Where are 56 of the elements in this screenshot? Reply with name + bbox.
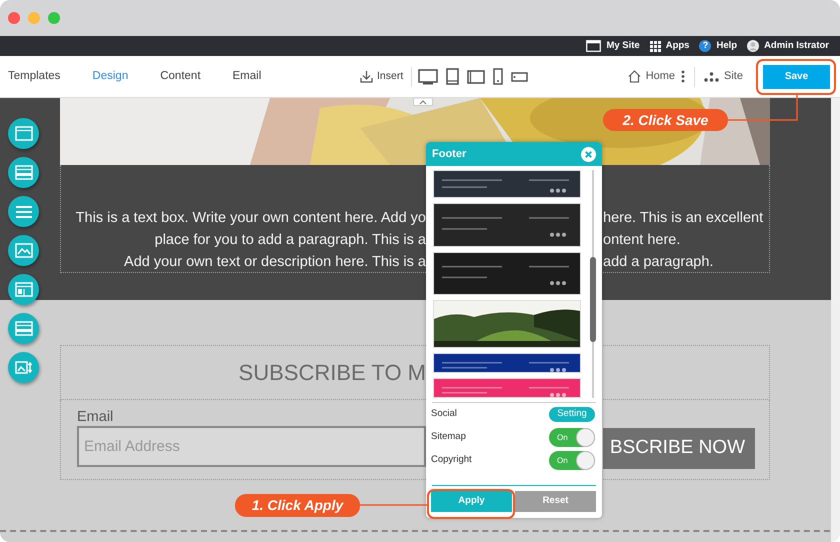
paragraph-text: place for you to add a paragraph. This is a [154,231,426,250]
field-label: Email [77,408,114,426]
footer-thumbnail[interactable] [433,203,581,247]
window-icon [14,321,32,336]
paragraph-text: here. This is an excellent [603,209,764,228]
download-icon [360,70,373,83]
option-label: Copyright [431,453,472,468]
browser-window-icon[interactable] [586,40,602,52]
phone-landscape-icon[interactable] [511,72,528,82]
tablet-icon[interactable] [446,68,460,85]
leader-line [728,94,798,121]
tab[interactable]: Content [160,68,201,86]
footer-thumbnail[interactable] [433,252,581,295]
paragraph-text: Add your own text or description here. This is a [124,253,426,272]
desktop-icon[interactable] [418,68,438,84]
sitemap-icon [704,72,720,82]
section-heading: SUBSCRIBE TO M [238,359,426,387]
scroll-bar[interactable] [831,98,840,542]
window-icon [14,165,32,180]
image-icon [14,243,32,258]
avatar-icon[interactable] [747,40,760,52]
help-icon[interactable]: ? [699,40,712,52]
email-field[interactable]: Email Address [77,426,426,467]
top-bar-link[interactable]: My Site [606,38,640,54]
footer-thumbnail[interactable] [433,353,581,373]
top-bar-link[interactable]: Admin Istrator [764,38,829,54]
panel-title: Footer [432,146,466,162]
footer-thumbnail[interactable] [433,170,581,198]
phone-icon[interactable] [493,68,504,85]
more-icon[interactable] [681,70,686,83]
paragraph-text: This is a text box. Write your own content here. Add yo [76,209,426,228]
image-resize-icon [14,360,32,375]
callout-label: 1. Click Apply [235,494,360,517]
tab[interactable]: Email [232,68,262,86]
menu-icon [14,204,32,219]
layout-icon [14,282,32,297]
option-label: Social [431,407,457,422]
top-bar-link[interactable]: Help [716,38,738,54]
subscribe-button[interactable]: BSCRIBE NOW [603,428,755,469]
footer-thumbnail[interactable] [433,378,581,398]
tablet-landscape-icon[interactable] [467,70,486,84]
scroll-thumb[interactable] [590,257,596,342]
collapse-tab[interactable] [413,98,433,106]
insert-button[interactable]: Insert [360,68,404,84]
window-icon [14,126,32,141]
option-label: Sitemap [431,430,466,444]
top-bar-link[interactable]: Apps [666,38,690,54]
leader-line [360,504,428,506]
site-button[interactable]: Site [704,68,743,85]
tab[interactable]: Templates [8,68,60,86]
home-icon [628,70,641,83]
paragraph-text: add a paragraph. [603,253,714,272]
home-button[interactable]: Home [628,68,676,85]
callout-label: 2. Click Save [603,109,728,131]
paragraph-text: ontent here. [603,231,680,250]
grid-icon[interactable] [650,40,661,52]
